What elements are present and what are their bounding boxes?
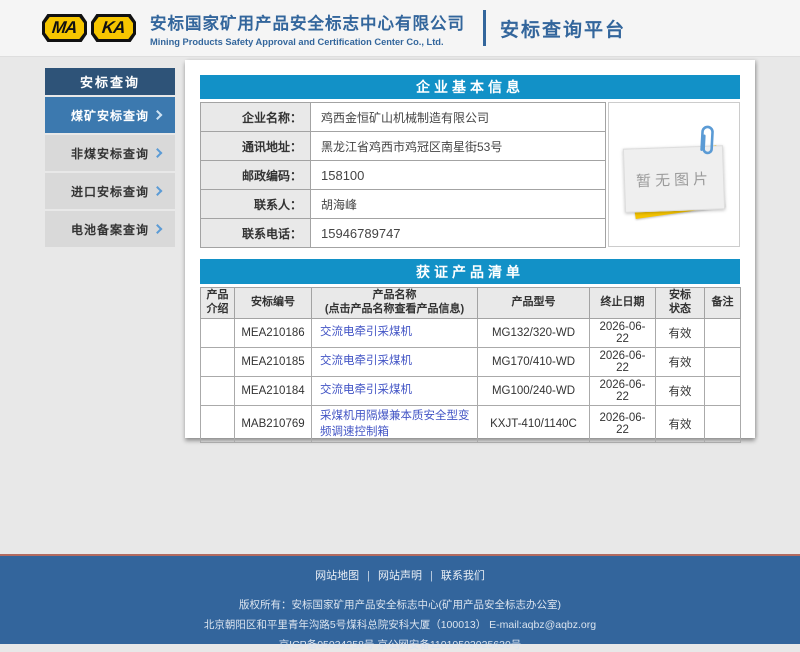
- paperclip-icon: [698, 125, 718, 160]
- sidebar-item-label: 进口安标查询: [71, 183, 149, 200]
- company-info-table: 企业名称： 鸡西金恒矿山机械制造有限公司 通讯地址： 黑龙江省鸡西市鸡冠区南星街…: [200, 102, 606, 248]
- table-header-row: 产品 介绍 安标编号 产品名称 (点击产品名称查看产品信息) 产品型号 终止日期…: [201, 288, 741, 319]
- note-cell: [705, 376, 741, 405]
- footer-link-sitemap[interactable]: 网站地图: [315, 570, 359, 582]
- col-product-model: 产品型号: [478, 288, 590, 319]
- ma-badge-label: MA: [51, 18, 78, 38]
- footer-link-contact[interactable]: 联系我们: [441, 570, 485, 582]
- end-date-cell: 2026-06-22: [590, 318, 656, 347]
- table-row: MEA210184 交流电牵引采煤机 MG100/240-WD 2026-06-…: [201, 376, 741, 405]
- footer-link-separator: |: [367, 570, 370, 582]
- table-row: MEA210185 交流电牵引采煤机 MG170/410-WD 2026-06-…: [201, 347, 741, 376]
- page-header: MA KA 安标国家矿用产品安全标志中心有限公司 Mining Products…: [0, 0, 800, 57]
- cert-status-cell: 有效: [656, 318, 705, 347]
- table-row: MEA210186 交流电牵引采煤机 MG132/320-WD 2026-06-…: [201, 318, 741, 347]
- postal-code-label: 邮政编码：: [201, 161, 311, 190]
- org-names: 安标国家矿用产品安全标志中心有限公司 Mining Products Safet…: [150, 10, 465, 47]
- ma-badge-icon: MA: [42, 14, 87, 42]
- address-value: 黑龙江省鸡西市鸡冠区南星街53号: [311, 132, 606, 161]
- company-name-label: 企业名称：: [201, 103, 311, 132]
- footer-link-statement[interactable]: 网站声明: [378, 570, 422, 582]
- col-product-name: 产品名称 (点击产品名称查看产品信息): [312, 288, 478, 319]
- product-list-table: 产品 介绍 安标编号 产品名称 (点击产品名称查看产品信息) 产品型号 终止日期…: [200, 287, 741, 443]
- product-intro-cell: [201, 405, 235, 442]
- org-name-cn: 安标国家矿用产品安全标志中心有限公司: [150, 10, 465, 34]
- company-info-section-title: 企业基本信息: [200, 75, 740, 99]
- note-cell: [705, 347, 741, 376]
- content-panel: 企业基本信息 企业名称： 鸡西金恒矿山机械制造有限公司 通讯地址： 黑龙江省鸡西…: [185, 60, 755, 438]
- col-note: 备注: [705, 288, 741, 319]
- product-name-link[interactable]: 采煤机用隔爆兼本质安全型变频调速控制箱: [320, 410, 470, 438]
- footer-link-separator: |: [430, 570, 433, 582]
- sidebar-item-non-coal-query[interactable]: 非煤安标查询: [45, 135, 175, 171]
- col-end-date: 终止日期: [590, 288, 656, 319]
- org-name-en: Mining Products Safety Approval and Cert…: [150, 37, 465, 47]
- footer-icp: 京ICP备05034258号 京公网安备11010502025630号: [0, 637, 800, 652]
- address-label: 通讯地址：: [201, 132, 311, 161]
- note-cell: [705, 318, 741, 347]
- col-cert-number: 安标编号: [235, 288, 312, 319]
- cert-number-cell: MAB210769: [235, 405, 312, 442]
- page-footer: 网站地图 | 网站声明 | 联系我们 版权所有：安标国家矿用产品安全标志中心(矿用产品安…: [0, 554, 800, 644]
- chevron-right-icon: [153, 224, 163, 234]
- platform-title: 安标查询平台: [500, 15, 626, 42]
- header-divider: [483, 10, 486, 46]
- sidebar: 安标查询 煤矿安标查询 非煤安标查询 进口安标查询 电池备案查询: [45, 68, 175, 249]
- cert-number-cell: MEA210186: [235, 318, 312, 347]
- product-model-cell: MG170/410-WD: [478, 347, 590, 376]
- no-image-text: 暂无图片: [636, 167, 713, 191]
- table-row: 联系电话： 15946789747: [201, 219, 606, 248]
- col-product-intro: 产品 介绍: [201, 288, 235, 319]
- end-date-cell: 2026-06-22: [590, 376, 656, 405]
- cert-number-cell: MEA210184: [235, 376, 312, 405]
- table-row: MAB210769 采煤机用隔爆兼本质安全型变频调速控制箱 KXJT-410/1…: [201, 405, 741, 442]
- maka-logo: MA KA: [42, 14, 136, 42]
- company-photo-placeholder: 暂无图片: [608, 102, 740, 247]
- sidebar-item-import-query[interactable]: 进口安标查询: [45, 173, 175, 209]
- sidebar-item-battery-filing-query[interactable]: 电池备案查询: [45, 211, 175, 247]
- table-row: 邮政编码： 158100: [201, 161, 606, 190]
- contact-phone-value: 15946789747: [311, 219, 606, 248]
- product-intro-cell: [201, 347, 235, 376]
- product-list-section-title: 获证产品清单: [200, 259, 740, 284]
- table-row: 联系人： 胡海峰: [201, 190, 606, 219]
- chevron-right-icon: [153, 148, 163, 158]
- footer-copyright: 版权所有：安标国家矿用产品安全标志中心(矿用产品安全标志办公室): [0, 597, 800, 612]
- product-model-cell: MG100/240-WD: [478, 376, 590, 405]
- contact-person-label: 联系人：: [201, 190, 311, 219]
- product-name-link[interactable]: 交流电牵引采煤机: [320, 326, 412, 338]
- note-cell: [705, 405, 741, 442]
- product-name-link[interactable]: 交流电牵引采煤机: [320, 384, 412, 396]
- product-model-cell: KXJT-410/1140C: [478, 405, 590, 442]
- postal-code-value: 158100: [311, 161, 606, 190]
- ka-badge-label: KA: [101, 18, 126, 38]
- sidebar-item-label: 煤矿安标查询: [71, 107, 149, 124]
- cert-status-cell: 有效: [656, 405, 705, 442]
- cert-status-cell: 有效: [656, 376, 705, 405]
- contact-phone-label: 联系电话：: [201, 219, 311, 248]
- company-name-value: 鸡西金恒矿山机械制造有限公司: [311, 103, 606, 132]
- product-intro-cell: [201, 376, 235, 405]
- col-cert-status: 安标 状态: [656, 288, 705, 319]
- contact-person-value: 胡海峰: [311, 190, 606, 219]
- product-intro-cell: [201, 318, 235, 347]
- chevron-right-icon: [153, 186, 163, 196]
- sidebar-item-coal-mine-query[interactable]: 煤矿安标查询: [45, 97, 175, 133]
- footer-links: 网站地图 | 网站声明 | 联系我们: [0, 567, 800, 583]
- cert-status-cell: 有效: [656, 347, 705, 376]
- cert-number-cell: MEA210185: [235, 347, 312, 376]
- product-model-cell: MG132/320-WD: [478, 318, 590, 347]
- table-row: 企业名称： 鸡西金恒矿山机械制造有限公司: [201, 103, 606, 132]
- sidebar-item-label: 非煤安标查询: [71, 145, 149, 162]
- end-date-cell: 2026-06-22: [590, 405, 656, 442]
- sidebar-title: 安标查询: [45, 68, 175, 95]
- product-name-link[interactable]: 交流电牵引采煤机: [320, 355, 412, 367]
- table-row: 通讯地址： 黑龙江省鸡西市鸡冠区南星街53号: [201, 132, 606, 161]
- footer-address: 北京朝阳区和平里青年沟路5号煤科总院安科大厦（100013） E-mail:aq…: [0, 617, 800, 632]
- sidebar-item-label: 电池备案查询: [71, 221, 149, 238]
- end-date-cell: 2026-06-22: [590, 347, 656, 376]
- chevron-right-icon: [153, 110, 163, 120]
- ka-badge-icon: KA: [91, 14, 136, 42]
